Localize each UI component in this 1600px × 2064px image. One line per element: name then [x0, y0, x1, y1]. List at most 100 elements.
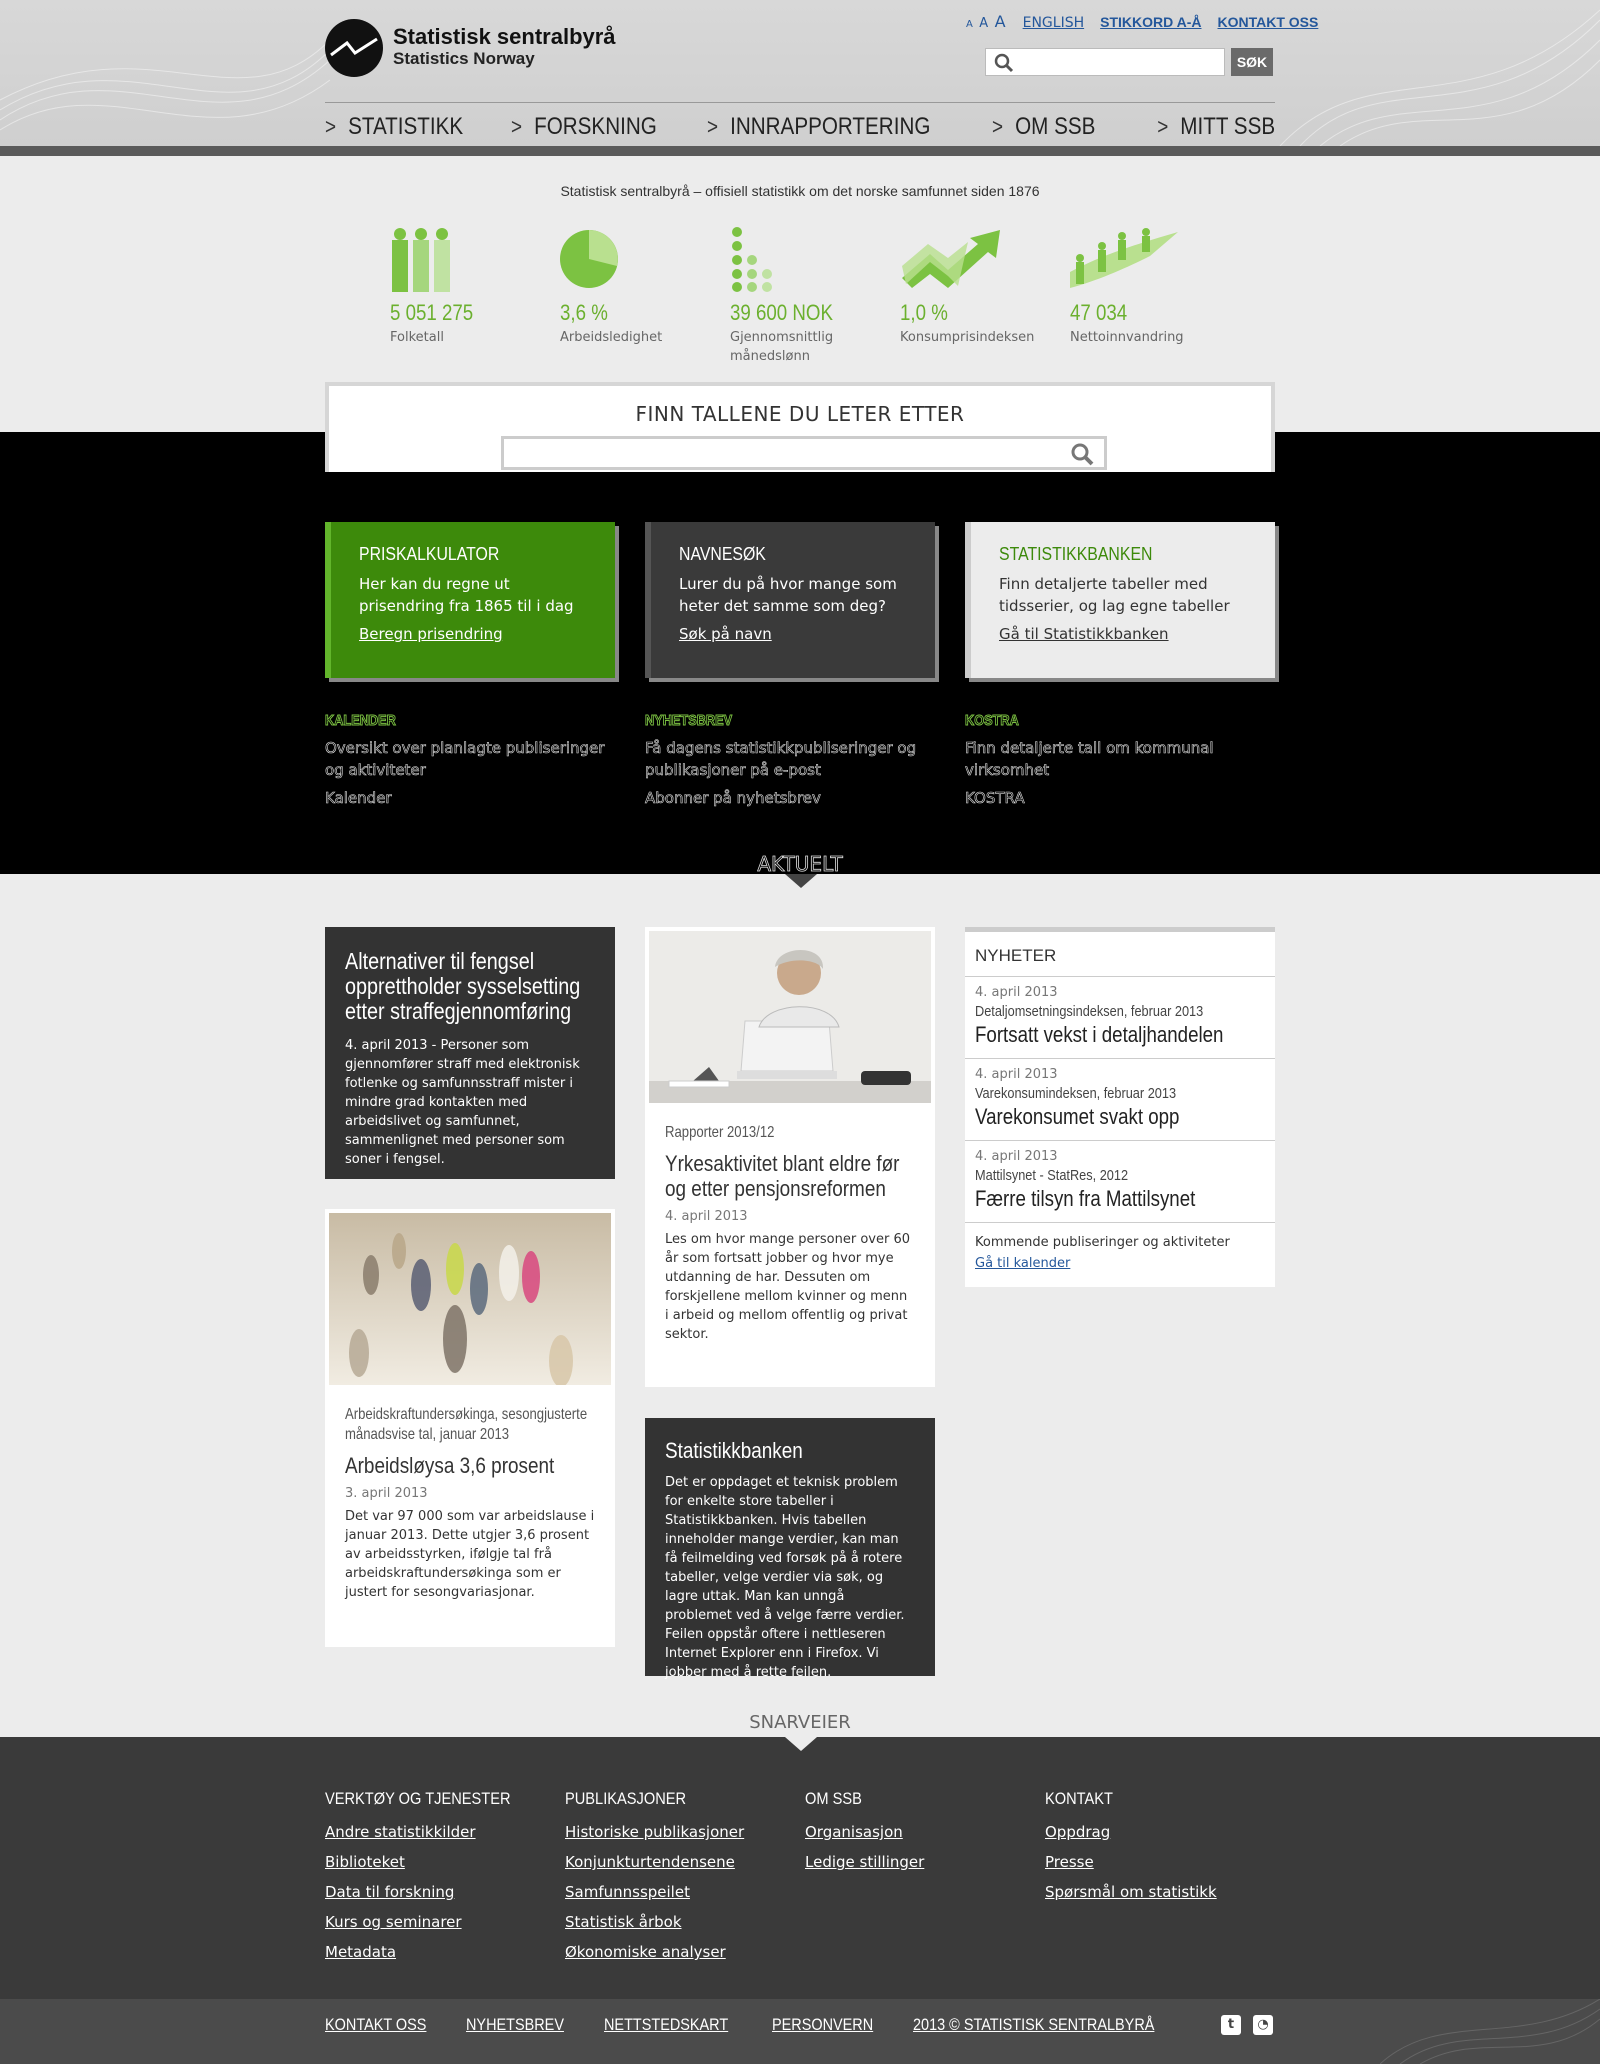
article-title: Yrkesaktivitet blant eldre før og etter …: [665, 1151, 900, 1201]
finn-tallene-search: FINN TALLENE DU LETER ETTER: [325, 382, 1275, 472]
notice-statistikkbanken[interactable]: Statistikkbanken Det er oppdaget et tekn…: [645, 1418, 935, 1680]
mini-title: NYHETSBREV: [645, 712, 733, 730]
article-date: 3. april 2013: [345, 1486, 428, 1501]
mini-text: Få dagens statistikkpubliseringer og pub…: [645, 739, 917, 780]
search-button[interactable]: SØK: [1231, 48, 1273, 76]
footer-link[interactable]: Ledige stillinger: [805, 1847, 1035, 1877]
mini-text: Oversikt over planlagte publiseringer og…: [325, 739, 605, 780]
footer-link[interactable]: Biblioteket: [325, 1847, 555, 1877]
nyheter-title: NYHETER: [975, 946, 1057, 965]
footer-link[interactable]: Spørsmål om statistikk: [1045, 1877, 1275, 1907]
footer-link[interactable]: Konjunkturtendensene: [565, 1847, 795, 1877]
news-kicker: Mattilsynet - StatRes, 2012: [975, 1167, 1129, 1184]
bottom-personvern[interactable]: PERSONVERN: [772, 2015, 873, 2035]
bottom-nettstedskart[interactable]: NETTSTEDSKART: [604, 2015, 728, 2035]
twitter-icon[interactable]: t: [1221, 2015, 1241, 2035]
header-search-input[interactable]: [1020, 52, 1220, 72]
search-icon[interactable]: [1070, 442, 1094, 466]
bottom-nyhetsbrev[interactable]: NYHETSBREV: [466, 2015, 564, 2035]
kalender-link[interactable]: Kalender: [325, 789, 615, 808]
nav-mitt-ssb[interactable]: > MITT SSB: [1157, 110, 1275, 144]
font-size-small[interactable]: A: [966, 19, 974, 30]
footer-link[interactable]: Kurs og seminarer: [325, 1907, 555, 1937]
nav-forskning[interactable]: > FORSKNING: [511, 110, 657, 144]
stat-arbeidsledighet[interactable]: 3,6 % Arbeidsledighet: [560, 226, 710, 347]
mini-kalender: KALENDER Oversikt over planlagte publise…: [325, 712, 615, 808]
aktuelt-arrow: [785, 874, 817, 888]
tile-text: Lurer du på hvor mange som heter det sam…: [679, 575, 897, 615]
stat-folketall[interactable]: 5 051 275 Folketall: [390, 226, 540, 347]
stat-kpi[interactable]: 1,0 % Konsumprisindeksen: [900, 226, 1050, 347]
ssb-logo-icon: [325, 19, 383, 77]
bottom-links: KONTAKT OSS NYHETSBREV NETTSTEDSKART PER…: [325, 2015, 1197, 2035]
main-nav: > STATISTIKK > FORSKNING > INNRAPPORTERING …: [325, 110, 1275, 144]
nav-om-ssb[interactable]: > OM SSB: [992, 110, 1095, 144]
font-size-large[interactable]: A: [995, 12, 1007, 31]
tile-text: Her kan du regne ut prisendring fra 1865…: [359, 575, 574, 615]
nav-innrapportering[interactable]: > INNRAPPORTERING: [707, 110, 930, 144]
bottom-bar: KONTAKT OSS NYHETSBREV NETTSTEDSKART PER…: [0, 1999, 1600, 2064]
footer-link[interactable]: Organisasjon: [805, 1817, 1035, 1847]
stat-label: Arbeidsledighet: [560, 330, 663, 345]
stat-label: Folketall: [390, 330, 444, 345]
kontakt-oss-link[interactable]: KONTAKT OSS: [1218, 14, 1319, 30]
finn-search-box: [501, 436, 1107, 470]
footer-link[interactable]: Metadata: [325, 1937, 555, 1967]
news-item[interactable]: 4. april 2013 Varekonsumindeksen, februa…: [965, 1058, 1275, 1140]
migration-icon: [1070, 228, 1178, 288]
footer-col-title: PUBLIKASJONER: [565, 1789, 687, 1808]
font-size-switcher: A A A: [966, 12, 1007, 31]
rss-icon[interactable]: ◔: [1253, 2015, 1273, 2035]
ga-til-statistikkbanken-link[interactable]: Gå til Statistikkbanken: [999, 625, 1247, 643]
tile-title: NAVNESØK: [679, 544, 766, 564]
nav-divider: [325, 102, 1275, 103]
footer-link[interactable]: Presse: [1045, 1847, 1275, 1877]
footer-link[interactable]: Statistisk årbok: [565, 1907, 795, 1937]
stat-value: 5 051 275: [390, 300, 474, 325]
pie-icon: [560, 230, 618, 288]
abonner-link[interactable]: Abonner på nyhetsbrev: [645, 789, 935, 808]
footer-link[interactable]: Oppdrag: [1045, 1817, 1275, 1847]
footer-link[interactable]: Økonomiske analyser: [565, 1937, 795, 1967]
stat-manedslonn[interactable]: 39 600 NOK Gjennomsnittlig månedslønn: [730, 226, 880, 366]
beregn-prisendring-link[interactable]: Beregn prisendring: [359, 625, 587, 643]
chevron-right-icon: >: [706, 114, 718, 139]
bottom-copyright[interactable]: 2013 © STATISTISK SENTRALBYRÅ: [913, 2015, 1154, 2035]
nav-statistikk[interactable]: > STATISTIKK: [325, 110, 463, 144]
stat-value: 3,6 %: [560, 300, 608, 325]
footer-link[interactable]: Data til forskning: [325, 1877, 555, 1907]
sok-pa-navn-link[interactable]: Søk på navn: [679, 625, 907, 643]
article-fengsel[interactable]: Alternativer til fengsel opprettholder s…: [325, 927, 615, 1179]
stat-label: Gjennomsnittlig månedslønn: [730, 330, 834, 364]
tile-statistikkbanken: STATISTIKKBANKEN Finn detaljerte tabelle…: [965, 522, 1275, 678]
crowd-photo: [329, 1213, 611, 1385]
article-arbeidsloysa[interactable]: Arbeidskraftundersøkinga, sesongjusterte…: [325, 1209, 615, 1647]
footer-link[interactable]: Andre statistikkilder: [325, 1817, 555, 1847]
ga-til-kalender-link[interactable]: Gå til kalender: [975, 1256, 1265, 1271]
tile-priskalkulator: PRISKALKULATOR Her kan du regne ut prise…: [325, 522, 615, 678]
english-link[interactable]: ENGLISH: [1023, 15, 1085, 31]
news-item[interactable]: 4. april 2013 Mattilsynet - StatRes, 201…: [965, 1140, 1275, 1222]
stat-nettoinnvandring[interactable]: 47 034 Nettoinnvandring: [1070, 226, 1220, 347]
footer-col-title: VERKTØY OG TJENESTER: [325, 1789, 511, 1808]
finn-search-input[interactable]: [510, 440, 1050, 466]
snarveier-heading: SNARVEIER: [749, 1712, 851, 1733]
font-size-medium[interactable]: A: [979, 16, 989, 31]
chevron-right-icon: >: [1157, 114, 1169, 139]
bottom-kontakt-oss[interactable]: KONTAKT OSS: [325, 2015, 426, 2035]
stikkord-link[interactable]: STIKKORD A-Å: [1100, 14, 1201, 30]
ssb-logo[interactable]: Statistisk sentralbyrå Statistics Norway: [325, 19, 616, 77]
stat-value: 39 600 NOK: [730, 300, 833, 325]
news-item[interactable]: 4. april 2013 Detaljomsetningsindeksen, …: [965, 976, 1275, 1058]
aktuelt-heading: AKTUELT: [757, 852, 843, 877]
footer-col-verktoy: VERKTØY OG TJENESTER Andre statistikkild…: [325, 1789, 555, 1967]
stat-value: 1,0 %: [900, 300, 948, 325]
footer-col-om-ssb: OM SSB Organisasjon Ledige stillinger: [805, 1789, 1035, 1877]
article-yrkesaktivitet[interactable]: Rapporter 2013/12 Yrkesaktivitet blant e…: [645, 927, 935, 1387]
footer-link[interactable]: Samfunnsspeilet: [565, 1877, 795, 1907]
footer-col-title: KONTAKT: [1045, 1789, 1113, 1808]
article-text: Det var 97 000 som var arbeidslause i ja…: [345, 1509, 595, 1600]
kostra-link[interactable]: KOSTRA: [965, 789, 1255, 808]
article-text: 4. april 2013 - Personer som gjennomføre…: [345, 1038, 580, 1167]
footer-link[interactable]: Historiske publikasjoner: [565, 1817, 795, 1847]
